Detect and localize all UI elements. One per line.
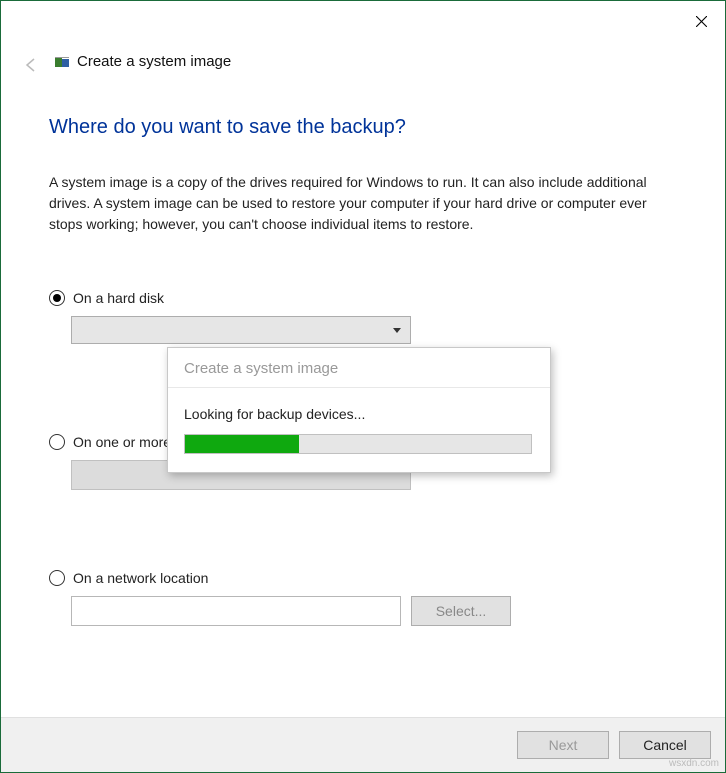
- next-button: Next: [517, 731, 609, 759]
- radio-network[interactable]: On a network location: [49, 570, 677, 586]
- back-button: [19, 52, 45, 78]
- radio-label-hard-disk: On a hard disk: [73, 290, 164, 306]
- select-button: Select...: [411, 596, 511, 626]
- system-image-icon: [53, 53, 71, 71]
- radio-icon: [49, 434, 65, 450]
- hard-disk-dropdown[interactable]: [71, 316, 411, 344]
- option-hard-disk: On a hard disk: [49, 290, 677, 344]
- progress-dialog: Create a system image Looking for backup…: [167, 347, 551, 473]
- dialog-title: Create a system image: [168, 348, 550, 388]
- footer: Next Cancel: [1, 717, 725, 772]
- page-heading: Where do you want to save the backup?: [49, 116, 677, 139]
- window-title: Create a system image: [77, 53, 231, 70]
- progress-fill: [185, 435, 299, 453]
- radio-icon: [49, 290, 65, 306]
- radio-label-dvd: On one or more: [73, 434, 171, 450]
- network-location-input[interactable]: [71, 596, 401, 626]
- titlebar: Create a system image: [1, 1, 725, 81]
- dialog-status: Looking for backup devices...: [184, 406, 534, 422]
- radio-icon: [49, 570, 65, 586]
- option-network: On a network location Select...: [49, 570, 677, 626]
- radio-hard-disk[interactable]: On a hard disk: [49, 290, 677, 306]
- page-description: A system image is a copy of the drives r…: [49, 172, 677, 235]
- watermark: wsxdn.com: [669, 758, 719, 769]
- progress-bar: [184, 434, 532, 454]
- cancel-button[interactable]: Cancel: [619, 731, 711, 759]
- radio-label-network: On a network location: [73, 570, 208, 586]
- close-button[interactable]: [689, 9, 713, 33]
